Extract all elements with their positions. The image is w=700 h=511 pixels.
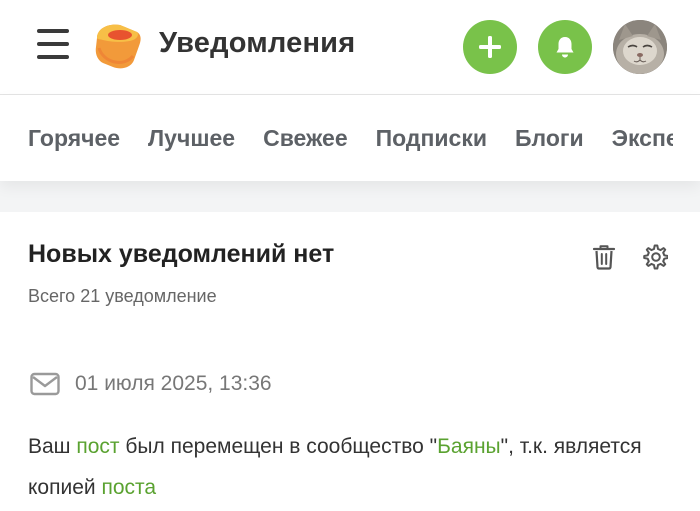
notifications-total: Всего 21 уведомление bbox=[28, 286, 217, 306]
notification-message: Ваш пост был перемещен в сообщество "Бая… bbox=[28, 426, 678, 508]
notification-meta: 01 июля 2025, 13:36 bbox=[30, 372, 272, 396]
community-link[interactable]: Баяны bbox=[437, 435, 501, 458]
tab-subscriptions[interactable]: Подписки bbox=[376, 125, 487, 152]
notification-text-part: был перемещен в сообщество " bbox=[119, 435, 438, 458]
avatar[interactable] bbox=[613, 20, 667, 74]
cat-avatar-image bbox=[613, 20, 667, 74]
post-link[interactable]: пост bbox=[76, 435, 119, 458]
bell-icon bbox=[556, 37, 574, 58]
notifications-button[interactable] bbox=[538, 20, 592, 74]
add-post-button[interactable] bbox=[463, 20, 517, 74]
hamburger-menu-icon[interactable] bbox=[37, 29, 69, 59]
tab-blogs[interactable]: Блоги bbox=[515, 125, 584, 152]
plus-icon bbox=[479, 36, 501, 58]
page-title: Уведомления bbox=[159, 27, 356, 59]
notification-text-part: Ваш bbox=[28, 435, 77, 458]
no-notifications-title: Новых уведомлений нет bbox=[28, 240, 335, 268]
header: Уведомления bbox=[0, 0, 700, 95]
category-tabs: Горячее Лучшее Свежее Подписки Блоги Экс… bbox=[28, 95, 673, 181]
tab-fresh[interactable]: Свежее bbox=[263, 125, 348, 152]
tab-hot[interactable]: Горячее bbox=[28, 125, 120, 152]
notifications-panel: Новых уведомлений нет Всего 21 уведомлен… bbox=[0, 212, 700, 511]
trash-icon[interactable] bbox=[592, 244, 616, 270]
original-post-link[interactable]: поста bbox=[101, 476, 156, 499]
tab-experts[interactable]: Эксперты bbox=[612, 125, 673, 152]
gear-icon[interactable] bbox=[642, 244, 668, 270]
envelope-icon bbox=[30, 372, 60, 396]
tab-best[interactable]: Лучшее bbox=[148, 125, 235, 152]
notification-date: 01 июля 2025, 13:36 bbox=[75, 372, 272, 395]
category-tabs-bar: Горячее Лучшее Свежее Подписки Блоги Экс… bbox=[0, 95, 700, 181]
pikabu-logo-icon[interactable] bbox=[93, 22, 143, 70]
